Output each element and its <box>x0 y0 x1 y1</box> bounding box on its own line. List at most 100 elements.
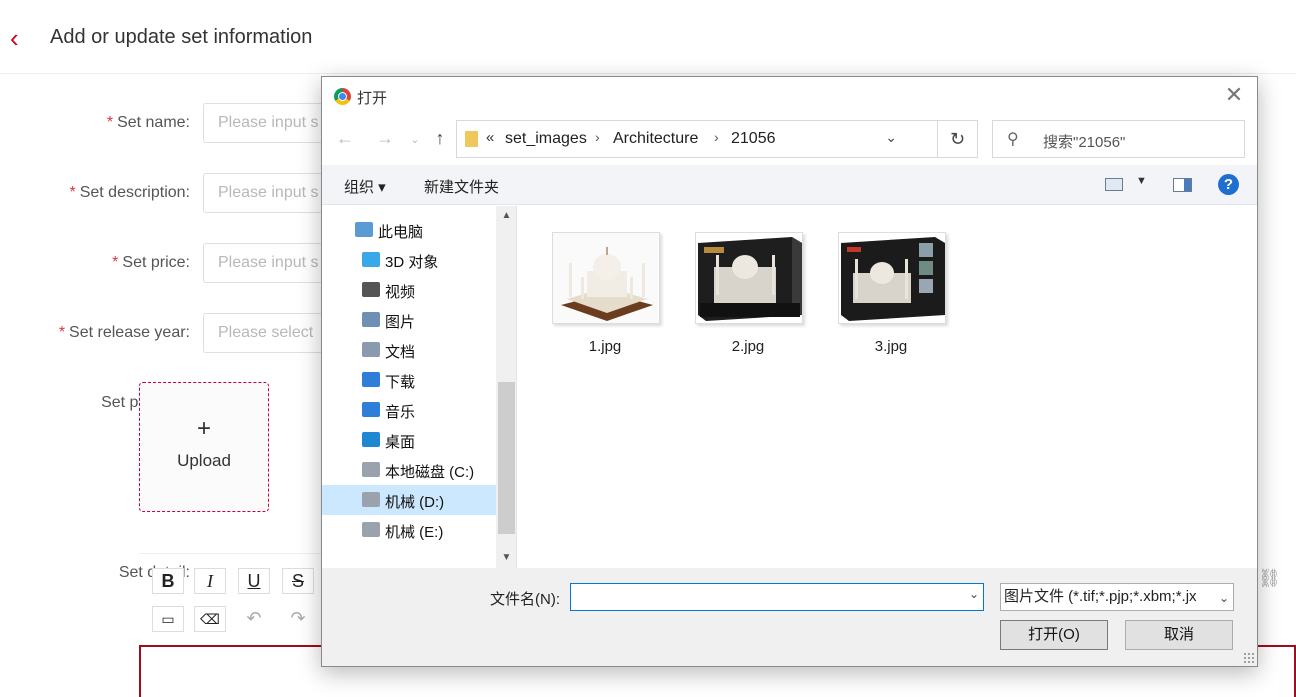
nav-tree-label: 文档 <box>385 344 416 361</box>
open-button[interactable]: 打开(O) <box>1000 620 1108 650</box>
folder-icon <box>465 131 478 147</box>
file-name: 2.jpg <box>731 338 765 355</box>
nav-tree-item[interactable]: 图片 <box>322 305 496 335</box>
document-icon <box>362 342 380 357</box>
desktop-icon <box>362 432 380 447</box>
undo-icon[interactable]: ↶ <box>238 606 270 632</box>
drive-icon <box>362 492 380 507</box>
picture-icon <box>362 312 380 327</box>
nav-scrollbar[interactable]: ▲ ▼ <box>496 206 517 568</box>
cancel-button[interactable]: 取消 <box>1125 620 1233 650</box>
refresh-button[interactable]: ↻ <box>938 120 978 158</box>
bold-button[interactable]: B <box>152 568 184 594</box>
nav-tree-item[interactable]: 音乐 <box>322 395 496 425</box>
nav-tree-item[interactable]: 3D 对象 <box>322 245 496 275</box>
file-list: 1.jpg 2.jpg 3.jpg <box>518 206 1257 568</box>
up-arrow-icon[interactable]: ↑ <box>429 128 451 149</box>
italic-button[interactable]: I <box>194 568 226 594</box>
nav-tree-item[interactable]: 文档 <box>322 335 496 365</box>
thumbnail-image <box>838 232 946 324</box>
nav-tree-label: 本地磁盘 (C:) <box>385 464 475 481</box>
set-price-input[interactable]: Please input s <box>203 243 333 283</box>
address-overflow[interactable]: « <box>486 129 494 146</box>
recent-dropdown-icon[interactable]: ⌄ <box>404 133 426 146</box>
chevron-down-icon[interactable]: ⌄ <box>969 587 979 601</box>
search-icon: ⚲ <box>1007 131 1019 148</box>
new-folder-button[interactable]: 新建文件夹 <box>424 176 499 197</box>
chevron-right-icon[interactable]: › <box>714 129 719 145</box>
page-title: Add or update set information <box>50 26 313 48</box>
file-type-select[interactable]: 图片文件 (*.tif;*.pjp;*.xbm;*.jx ⌄ <box>1000 583 1234 611</box>
nav-tree-item[interactable]: 本地磁盘 (C:) <box>322 455 496 485</box>
breadcrumb-set-images[interactable]: set_images <box>505 130 587 148</box>
chevron-down-icon[interactable]: ⌄ <box>885 129 897 146</box>
nav-tree-label: 下载 <box>385 374 416 391</box>
nav-tree-label: 音乐 <box>385 404 416 421</box>
editor-toolbar: B I U S ▭ ⌫ ↶ ↷ <box>139 553 329 643</box>
dialog-title-bar: 打开 ✕ <box>322 77 1257 115</box>
address-bar[interactable]: « set_images › Architecture › 21056 ⌄ <box>456 120 938 158</box>
nav-tree-item[interactable]: 此电脑 <box>322 215 496 245</box>
header-bar: ‹ Add or update set information <box>0 0 1296 74</box>
dialog-title: 打开 <box>357 90 388 107</box>
drive-icon <box>362 522 380 537</box>
chevron-right-icon[interactable]: › <box>595 129 600 145</box>
plus-icon: + <box>196 415 211 442</box>
navigation-bar: ← → ⌄ ↑ « set_images › Architecture › 21… <box>322 115 1257 165</box>
music-icon <box>362 402 380 417</box>
close-icon[interactable]: ✕ <box>1221 83 1247 109</box>
image-icon[interactable]: ▭ <box>152 606 184 632</box>
upload-button[interactable]: + Upload <box>139 382 269 512</box>
filename-input[interactable]: ⌄ <box>570 583 984 611</box>
view-mode-icon[interactable] <box>1105 178 1123 191</box>
set-price-label: * Set price: <box>112 254 190 271</box>
forward-arrow-icon[interactable]: → <box>374 128 396 149</box>
nav-tree-item[interactable]: 机械 (D:) <box>322 485 496 515</box>
nav-tree-label: 视频 <box>385 284 416 301</box>
scroll-down-icon[interactable]: ▼ <box>496 548 517 568</box>
nav-tree-item[interactable]: 下载 <box>322 365 496 395</box>
set-release-year-label: * Set release year: <box>58 324 190 341</box>
upload-label: Upload <box>177 451 231 470</box>
chevron-down-icon[interactable]: ⌄ <box>1219 585 1229 610</box>
file-type-value: 图片文件 (*.tif;*.pjp;*.xbm;*.jx <box>1004 588 1197 605</box>
nav-tree-label: 图片 <box>385 314 416 331</box>
nav-tree-item[interactable]: 视频 <box>322 275 496 305</box>
back-arrow-icon[interactable]: ← <box>334 128 356 149</box>
organize-menu[interactable]: 组织 ▾ <box>344 176 386 197</box>
scroll-thumb[interactable] <box>498 382 515 534</box>
help-icon[interactable]: ? <box>1218 174 1239 195</box>
filename-label: 文件名(N): <box>490 591 560 608</box>
nav-tree-item[interactable]: 桌面 <box>322 425 496 455</box>
search-placeholder: 搜索"21056" <box>1043 134 1126 151</box>
underline-button[interactable]: U <box>238 568 270 594</box>
redo-icon[interactable]: ↷ <box>282 606 314 632</box>
download-icon <box>362 372 380 387</box>
set-name-input[interactable]: Please input s <box>203 103 333 143</box>
nav-tree-label: 此电脑 <box>378 224 424 241</box>
nav-tree-item[interactable]: 机械 (E:) <box>322 515 496 545</box>
nav-tree-label: 桌面 <box>385 434 416 451</box>
command-bar: 组织 ▾ 新建文件夹 ▼ ? <box>322 165 1257 205</box>
file-item[interactable]: 2.jpg <box>683 232 813 362</box>
strikethrough-button[interactable]: S <box>282 568 314 594</box>
file-item[interactable]: 1.jpg <box>540 232 670 362</box>
preview-pane-icon[interactable] <box>1173 178 1192 192</box>
view-dropdown-icon[interactable]: ▼ <box>1136 175 1147 187</box>
set-description-input[interactable]: Please input s <box>203 173 333 213</box>
eraser-icon[interactable]: ⌫ <box>194 606 226 632</box>
dialog-footer: 文件名(N): ⌄ 图片文件 (*.tif;*.pjp;*.xbm;*.jx ⌄… <box>322 568 1257 666</box>
breadcrumb-architecture[interactable]: Architecture <box>613 130 698 148</box>
scroll-up-icon[interactable]: ▲ <box>496 206 517 226</box>
search-box[interactable]: ⚲ 搜索"21056" <box>992 120 1245 158</box>
breadcrumb-21056[interactable]: 21056 <box>731 130 776 148</box>
file-name: 1.jpg <box>588 338 622 355</box>
cube-icon <box>362 252 380 267</box>
resize-grip-icon[interactable] <box>1243 652 1255 664</box>
unlink-icon[interactable]: ⛓ <box>1258 568 1282 590</box>
set-release-year-select[interactable]: Please select <box>203 313 333 353</box>
back-chevron-icon[interactable]: ‹ <box>10 24 34 52</box>
nav-tree-label: 机械 (E:) <box>385 524 444 541</box>
file-item[interactable]: 3.jpg <box>826 232 956 362</box>
drive-icon <box>362 462 380 477</box>
